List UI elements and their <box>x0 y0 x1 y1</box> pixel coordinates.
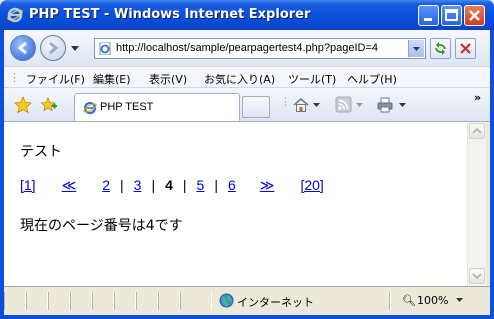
maximize-icon <box>445 9 458 21</box>
pager-page-6-link[interactable]: 6 <box>228 177 236 193</box>
menu-favorites[interactable]: お気に入り(A) <box>204 71 275 87</box>
pager-last-link[interactable]: [20] <box>300 177 323 193</box>
zoom-magnifier-icon[interactable]: 🔍︎ <box>402 294 416 307</box>
status-segment <box>136 292 158 310</box>
pager-page-2-link[interactable]: 2 <box>102 177 110 193</box>
status-bar: インターネット 🔍︎ 100% <box>4 286 490 315</box>
window-frame-bottom <box>0 315 494 319</box>
minimize-button[interactable] <box>418 5 439 26</box>
pager-prev-link[interactable]: ≪ <box>62 177 77 194</box>
new-tab-button[interactable] <box>242 96 270 118</box>
pager-page-5-link[interactable]: 5 <box>197 177 205 193</box>
add-favorite-icon[interactable] <box>40 96 58 114</box>
title-bar[interactable]: PHP TEST - Windows Internet Explorer <box>0 0 494 30</box>
pager-current-page: 4 <box>165 177 173 193</box>
tab-toolbar: PHP TEST ⋮ » <box>4 88 490 122</box>
address-toolbar: http://localhost/sample/pearpagertest4.p… <box>4 30 490 66</box>
status-segment <box>158 292 180 310</box>
stop-x-icon <box>460 43 471 54</box>
security-zone-label[interactable]: インターネット <box>237 294 314 310</box>
refresh-button[interactable] <box>430 38 451 59</box>
printer-icon[interactable] <box>376 96 394 114</box>
pager-separator: | <box>182 177 187 193</box>
pager-separator: | <box>151 177 156 193</box>
menu-bar: ⋮ ファイル(F) 編集(E) 表示(V) お気に入り(A) ツール(T) ヘル… <box>4 66 490 88</box>
home-dropdown-icon[interactable] <box>313 103 320 108</box>
tab-label: PHP TEST <box>100 101 154 113</box>
menu-grip: ⋮ <box>9 71 20 84</box>
maximize-button[interactable] <box>441 5 462 26</box>
menu-view[interactable]: 表示(V) <box>149 71 187 87</box>
page-heading: テスト <box>20 144 62 160</box>
window-frame-right <box>490 30 494 319</box>
status-segment <box>4 292 26 310</box>
ie-logo-icon <box>7 7 23 23</box>
status-segment <box>180 292 212 310</box>
pager-first-link[interactable]: [1] <box>20 177 36 193</box>
back-arrow-icon <box>17 41 27 55</box>
address-dropdown-button[interactable] <box>408 40 424 57</box>
chevron-down-icon <box>413 47 420 51</box>
chevron-down-icon <box>472 273 482 280</box>
close-icon <box>469 10 480 21</box>
scroll-up-button[interactable] <box>469 123 485 139</box>
minimize-icon <box>424 18 432 21</box>
stop-button[interactable] <box>455 38 476 59</box>
zoom-level[interactable]: 100% <box>417 294 448 307</box>
pager-page-3-link[interactable]: 3 <box>134 177 142 193</box>
vertical-scrollbar[interactable] <box>467 122 486 286</box>
status-segment <box>26 292 48 310</box>
favorites-star-icon[interactable] <box>14 96 32 114</box>
address-bar[interactable]: http://localhost/sample/pearpagertest4.p… <box>94 38 426 59</box>
menu-edit[interactable]: 編集(E) <box>93 71 131 87</box>
status-segment <box>92 292 114 310</box>
scroll-down-button[interactable] <box>469 268 485 284</box>
print-dropdown-icon[interactable] <box>399 103 406 108</box>
menu-tools[interactable]: ツール(T) <box>288 71 336 87</box>
home-icon[interactable] <box>292 96 310 114</box>
status-segment <box>114 292 136 310</box>
current-page-message: 現在のページ番号は4です <box>20 218 183 234</box>
status-divider <box>389 292 391 310</box>
status-segment <box>48 292 70 310</box>
pager: [1] ≪ 2 | 3 | 4 | 5 | 6 ≫ [20] <box>20 177 324 194</box>
close-button[interactable] <box>464 5 485 26</box>
refresh-icon <box>435 42 446 55</box>
tab-php-test[interactable]: PHP TEST <box>74 93 240 121</box>
page-content: テスト [1] ≪ 2 | 3 | 4 | 5 | 6 ≫ [20] 現在のページ番号は4です <box>4 122 467 286</box>
zoom-dropdown-icon[interactable] <box>456 298 463 303</box>
address-url[interactable]: http://localhost/sample/pearpagertest4.p… <box>116 42 378 54</box>
menu-file[interactable]: ファイル(F) <box>26 71 85 87</box>
feeds-dropdown-icon[interactable] <box>356 103 363 108</box>
chevron-up-icon <box>472 127 482 134</box>
back-button[interactable] <box>10 35 36 61</box>
status-segment <box>70 292 92 310</box>
feeds-icon[interactable] <box>335 96 352 113</box>
forward-arrow-icon <box>49 41 59 55</box>
browser-window: PHP TEST - Windows Internet Explorer htt… <box>0 0 494 319</box>
pager-separator: | <box>120 177 124 193</box>
toolbar-overflow-chevron-icon[interactable]: » <box>474 91 481 104</box>
pager-next-link[interactable]: ≫ <box>260 177 275 194</box>
page-ie-icon <box>83 101 97 115</box>
history-dropdown-icon[interactable] <box>71 46 79 52</box>
toolbar-divider: ⋮ <box>280 95 291 108</box>
pager-separator: | <box>214 177 218 193</box>
menu-help[interactable]: ヘルプ(H) <box>347 71 397 87</box>
internet-globe-icon <box>219 293 234 308</box>
forward-button[interactable] <box>40 35 66 61</box>
window-title: PHP TEST - Windows Internet Explorer <box>29 7 311 22</box>
page-ie-icon <box>99 42 111 55</box>
